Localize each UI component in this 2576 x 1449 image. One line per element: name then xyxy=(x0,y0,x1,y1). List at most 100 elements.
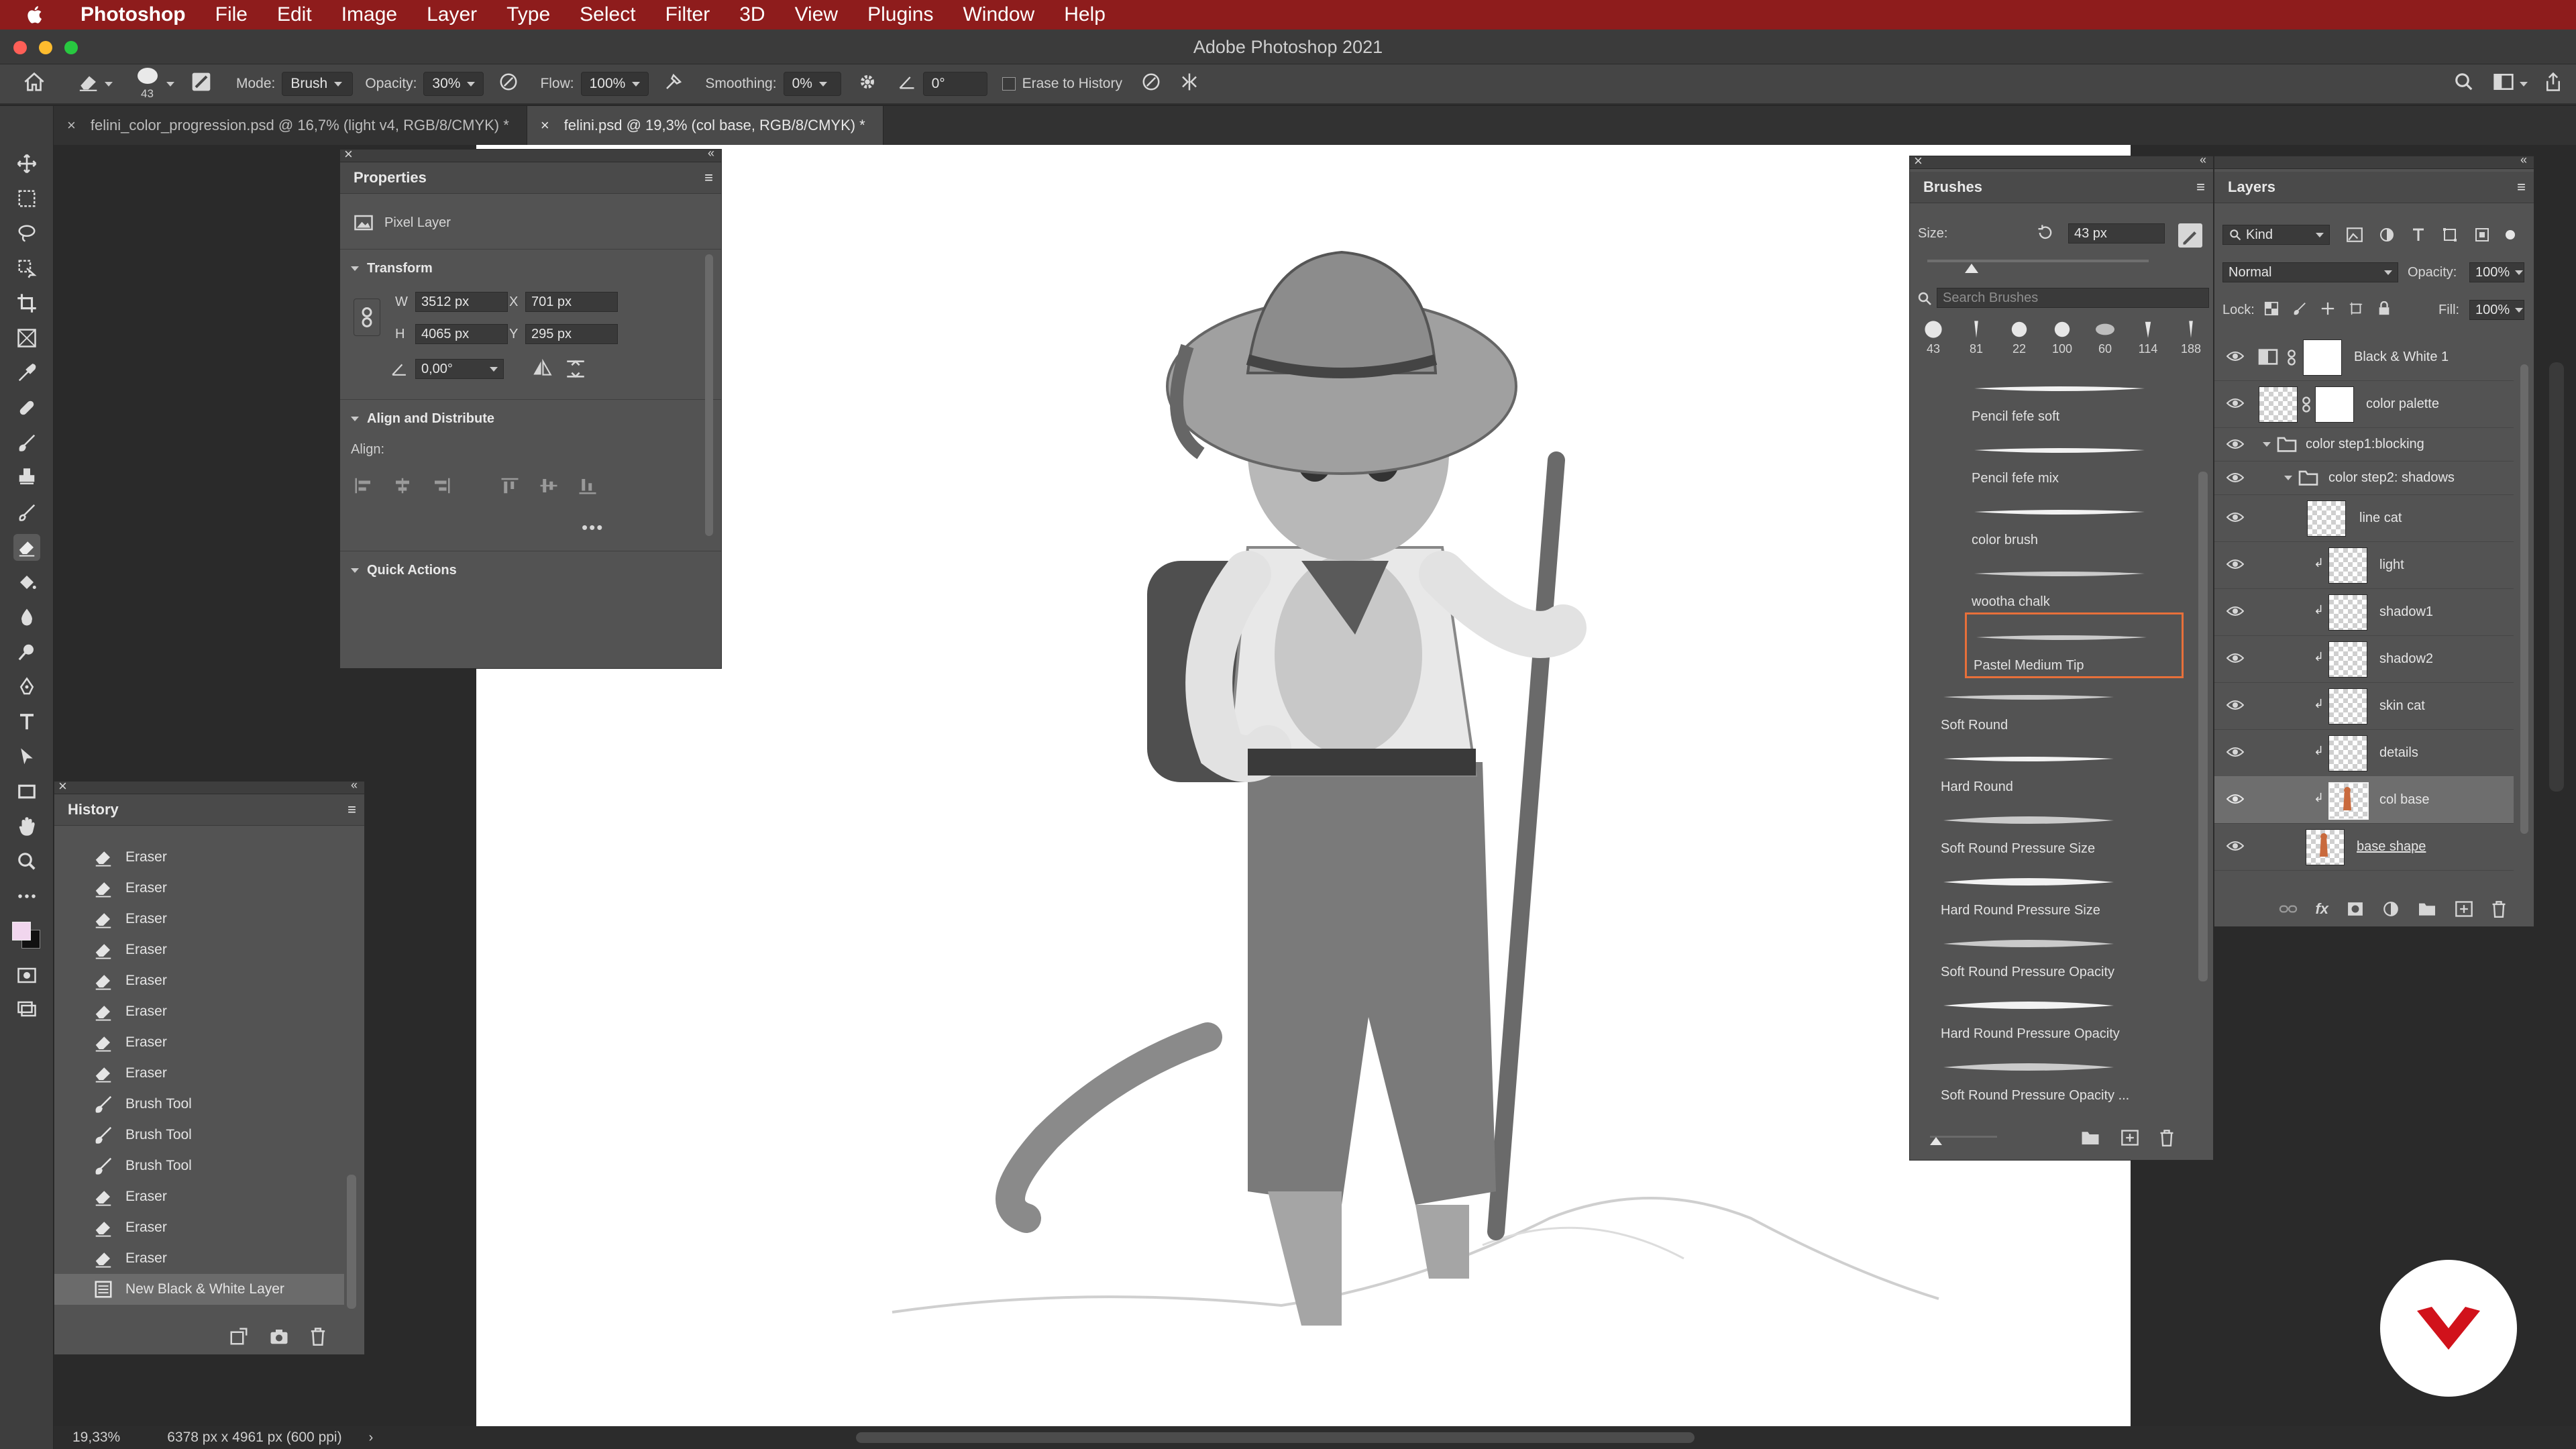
menu-plugins[interactable]: Plugins xyxy=(853,0,948,30)
eyedropper-tool[interactable] xyxy=(13,360,40,386)
eye-icon[interactable] xyxy=(2226,397,2244,409)
more-options-icon[interactable]: ••• xyxy=(582,517,604,538)
hand-tool[interactable] xyxy=(13,813,40,840)
history-state[interactable]: Eraser xyxy=(54,965,344,996)
collapse-panel-icon[interactable]: « xyxy=(708,146,714,160)
history-state[interactable]: Eraser xyxy=(54,934,344,965)
lock-artboard-icon[interactable] xyxy=(2349,301,2363,316)
blend-mode-select[interactable]: Normal xyxy=(2222,262,2398,282)
close-panel-icon[interactable]: × xyxy=(58,777,67,795)
collapse-panel-icon[interactable]: « xyxy=(2520,153,2527,167)
pressure-size-icon[interactable] xyxy=(1141,72,1161,96)
layer-row-skin-cat[interactable]: ↲ skin cat xyxy=(2214,682,2514,730)
lasso-tool[interactable] xyxy=(13,220,40,247)
preset-brush[interactable]: 114 xyxy=(2129,320,2167,364)
history-state[interactable]: Eraser xyxy=(54,1212,344,1243)
history-scrollbar[interactable] xyxy=(347,1175,356,1309)
panel-menu-icon[interactable]: ≡ xyxy=(347,794,356,825)
frame-tool[interactable] xyxy=(13,325,40,352)
lock-transparent-icon[interactable] xyxy=(2264,301,2279,316)
panel-menu-icon[interactable]: ≡ xyxy=(2196,172,2205,203)
type-tool[interactable] xyxy=(13,708,40,735)
healing-brush-tool[interactable] xyxy=(13,394,40,421)
adjustment-icon[interactable] xyxy=(2382,900,2400,918)
brush-size-field[interactable]: 43 px xyxy=(2068,223,2165,244)
layer-row-details[interactable]: ↲ details xyxy=(2214,729,2514,777)
share-icon[interactable] xyxy=(2544,72,2563,96)
preset-brush[interactable]: 60 xyxy=(2086,320,2125,364)
layer-row-black-white[interactable]: Black & White 1 xyxy=(2214,333,2514,381)
close-tab-icon[interactable]: × xyxy=(541,106,549,145)
clone-stamp-tool[interactable] xyxy=(13,464,40,491)
eye-icon[interactable] xyxy=(2226,746,2244,758)
layer-row-shadow1[interactable]: ↲ shadow1 xyxy=(2214,588,2514,636)
brush-preset-item[interactable]: Pencil fefe soft xyxy=(1965,366,2180,427)
smoothing-field[interactable]: 0% xyxy=(783,72,841,96)
workspace-icon[interactable] xyxy=(2493,72,2514,95)
trash-icon[interactable] xyxy=(2158,1129,2176,1146)
history-state[interactable]: Eraser xyxy=(54,996,344,1027)
align-bottom-icon[interactable] xyxy=(578,476,598,495)
quick-mask-button[interactable] xyxy=(13,962,40,989)
brush-picker-chevron-icon[interactable] xyxy=(166,81,174,87)
panel-tab-brushes[interactable]: Brushes xyxy=(1923,178,1982,195)
collapse-panel-icon[interactable]: « xyxy=(351,778,358,792)
search-brushes-input[interactable]: Search Brushes xyxy=(1937,288,2209,308)
flip-horizontal-icon[interactable] xyxy=(531,359,553,379)
fx-icon[interactable]: fx xyxy=(2315,900,2328,918)
brush-preset-item[interactable]: color brush xyxy=(1965,489,2180,551)
symmetry-icon[interactable] xyxy=(1179,72,1200,96)
menu-image[interactable]: Image xyxy=(327,0,412,30)
menu-edit[interactable]: Edit xyxy=(262,0,327,30)
brush-preset-item[interactable]: Soft Round Pressure Size xyxy=(1934,798,2126,859)
document-canvas[interactable] xyxy=(476,145,2131,1426)
eye-icon[interactable] xyxy=(2226,699,2244,711)
preset-brush[interactable]: 43 xyxy=(1914,320,1953,364)
brush-preset-item[interactable]: Soft Round Pressure Opacity xyxy=(1934,921,2126,983)
eye-icon[interactable] xyxy=(2226,652,2244,664)
history-state[interactable]: Eraser xyxy=(54,1027,344,1058)
layer-group-step1[interactable]: color step1:blocking xyxy=(2214,427,2514,462)
transform-section-header[interactable]: Transform xyxy=(351,261,433,276)
brush-settings-button[interactable] xyxy=(2178,223,2202,248)
brushes-scrollbar[interactable] xyxy=(2198,472,2208,981)
menu-file[interactable]: File xyxy=(201,0,262,30)
lock-position-icon[interactable] xyxy=(2320,301,2335,316)
eye-icon[interactable] xyxy=(2226,511,2244,523)
history-state[interactable]: Eraser xyxy=(54,1181,344,1212)
foreground-color-swatch[interactable] xyxy=(12,922,31,941)
move-tool[interactable] xyxy=(13,150,40,177)
panel-tab-layers[interactable]: Layers xyxy=(2228,178,2275,195)
opacity-chevron-icon[interactable] xyxy=(2515,270,2523,275)
search-icon[interactable] xyxy=(2454,72,2474,96)
zoom-level[interactable]: 19,33% xyxy=(72,1430,120,1446)
more-tools[interactable] xyxy=(13,883,40,910)
eye-icon[interactable] xyxy=(2226,438,2244,450)
brush-preset-item[interactable]: Pastel Medium Tip xyxy=(1965,612,2184,678)
panel-tab-history[interactable]: History xyxy=(68,801,119,818)
filter-kind-select[interactable]: Kind xyxy=(2222,225,2330,245)
workspace-chevron-icon[interactable] xyxy=(2520,81,2528,87)
group-expand-icon[interactable] xyxy=(2284,476,2292,480)
eye-icon[interactable] xyxy=(2226,840,2244,852)
layer-group-step2[interactable]: color step2: shadows xyxy=(2214,461,2514,495)
preview-size-slider-handle[interactable] xyxy=(1930,1137,1942,1145)
menu-3d[interactable]: 3D xyxy=(724,0,780,30)
brush-settings-icon[interactable] xyxy=(191,71,212,97)
y-position-field[interactable]: 295 px xyxy=(525,324,618,344)
opacity-field[interactable]: 30% xyxy=(423,72,484,96)
menu-window[interactable]: Window xyxy=(948,0,1049,30)
lock-all-icon[interactable] xyxy=(2377,301,2392,316)
quick-actions-header[interactable]: Quick Actions xyxy=(351,563,457,578)
layer-mask-thumbnail[interactable] xyxy=(2315,386,2354,423)
collapse-panel-icon[interactable]: « xyxy=(2200,153,2206,167)
brush-size-slider-handle[interactable] xyxy=(1965,264,1978,273)
eye-icon[interactable] xyxy=(2226,472,2244,484)
history-brush-tool[interactable] xyxy=(13,499,40,526)
pen-tool[interactable] xyxy=(13,674,40,700)
menu-photoshop[interactable]: Photoshop xyxy=(66,0,201,30)
crop-tool[interactable] xyxy=(13,290,40,317)
erase-to-history-checkbox[interactable] xyxy=(1002,77,1016,91)
object-selection-tool[interactable] xyxy=(13,255,40,282)
gear-icon[interactable] xyxy=(857,72,877,96)
